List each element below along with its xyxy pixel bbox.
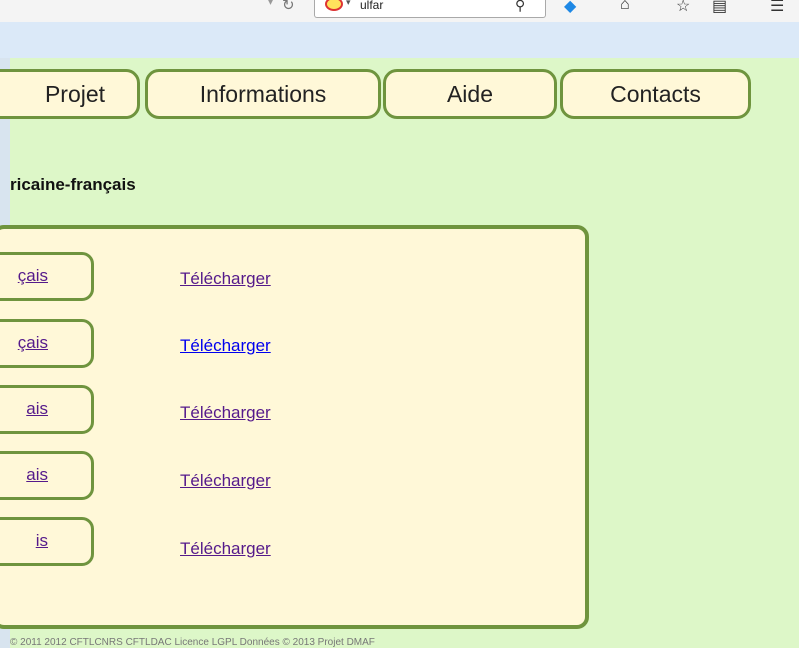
- download-link[interactable]: Télécharger: [180, 336, 271, 356]
- page-title: ricaine-français: [10, 175, 136, 194]
- tab-contacts[interactable]: Contacts: [560, 69, 751, 119]
- tab-label: Aide: [446, 80, 494, 107]
- language-link[interactable]: ais: [26, 465, 48, 485]
- home-icon[interactable]: ⌂: [620, 0, 630, 14]
- address-bar[interactable]: ▾ ulfar ⚲: [314, 0, 546, 18]
- tab-informations[interactable]: Informations: [145, 69, 381, 119]
- language-button[interactable]: is: [0, 517, 94, 566]
- menu-icon[interactable]: ☰: [770, 0, 784, 16]
- history-dropdown-icon[interactable]: ▾: [268, 0, 273, 8]
- download-link[interactable]: Télécharger: [180, 269, 271, 289]
- bookmark-star-icon[interactable]: ☆: [676, 0, 690, 16]
- pocket-icon[interactable]: ◆: [564, 0, 576, 16]
- tab-aide[interactable]: Aide: [383, 69, 557, 119]
- language-button[interactable]: çais: [0, 252, 94, 301]
- tab-label: Contacts: [610, 80, 701, 107]
- library-icon[interactable]: ▤: [712, 0, 727, 16]
- language-link[interactable]: ais: [26, 399, 48, 419]
- language-button[interactable]: çais: [0, 319, 94, 368]
- search-icon[interactable]: ⚲: [515, 0, 525, 14]
- footer-text: © 2011 2012 CFTLCNRS CFTLDAC Licence LGP…: [10, 637, 375, 648]
- reload-icon[interactable]: ↻: [282, 0, 295, 14]
- language-link[interactable]: çais: [18, 266, 48, 286]
- tab-label: Projet: [44, 80, 106, 107]
- download-link[interactable]: Télécharger: [180, 471, 271, 491]
- language-button[interactable]: ais: [0, 385, 94, 434]
- language-link[interactable]: çais: [18, 333, 48, 353]
- tab-projet[interactable]: Projet: [0, 69, 140, 119]
- tab-label: Informations: [199, 80, 327, 107]
- downloads-panel: çais Télécharger çais Télécharger ais Té…: [0, 225, 589, 629]
- download-link[interactable]: Télécharger: [180, 403, 271, 423]
- address-bar-text[interactable]: ulfar: [360, 0, 383, 12]
- bookmarks-bar: [0, 22, 799, 58]
- language-button[interactable]: ais: [0, 451, 94, 500]
- chevron-down-icon[interactable]: ▾: [346, 0, 351, 8]
- download-link[interactable]: Télécharger: [180, 539, 271, 559]
- language-link[interactable]: is: [36, 531, 48, 551]
- site-identity-icon[interactable]: [325, 0, 343, 11]
- browser-toolbar: ▾ ↻ ▾ ulfar ⚲ ◆ ⌂ ☆ ▤ ☰: [0, 0, 799, 23]
